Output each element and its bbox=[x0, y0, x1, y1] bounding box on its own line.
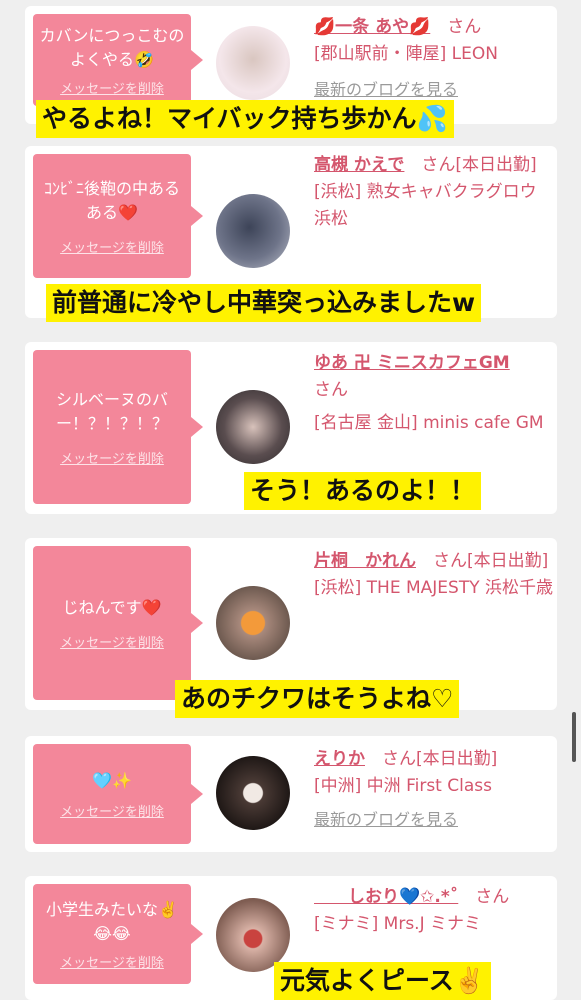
message-text: じねんです❤️ bbox=[62, 597, 162, 617]
message-bubble: カバンにつっこむのよくやる🤣 メッセージを削除 bbox=[33, 14, 203, 106]
cast-name-link[interactable]: 高槻 かえで bbox=[314, 155, 404, 175]
message-text: 小学生みたいな✌️😂😂 bbox=[46, 899, 178, 943]
cast-location: [ミナミ] Mrs.J ミナミ bbox=[314, 914, 482, 934]
message-bubble: ｺﾝﾋﾞﾆ後鞄の中あるある❤️ メッセージを削除 bbox=[33, 154, 203, 278]
honorific: さん[本日出勤] bbox=[421, 155, 537, 175]
message-text: ｺﾝﾋﾞﾆ後鞄の中あるある❤️ bbox=[43, 178, 180, 222]
cast-name-link[interactable]: 片桐 かれん bbox=[314, 551, 416, 571]
honorific: さん[本日出勤] bbox=[382, 749, 498, 769]
cast-location: [中洲] 中洲 First Class bbox=[314, 776, 492, 796]
message-text: 🩵✨ bbox=[92, 770, 132, 790]
cast-name-link[interactable]: 💋一条 あや💋 bbox=[314, 17, 430, 37]
caption-overlay: やるよね！マイバック持ち歩かん💦 bbox=[36, 100, 454, 138]
honorific: さん bbox=[314, 380, 348, 400]
delete-message-link[interactable]: メッセージを削除 bbox=[60, 78, 164, 97]
scrollbar[interactable] bbox=[572, 712, 576, 762]
delete-message-link[interactable]: メッセージを削除 bbox=[60, 632, 164, 651]
honorific: さん bbox=[475, 887, 510, 907]
cast-info: えりか さん[本日出勤] [中洲] 中洲 First Class 最新のブログを… bbox=[314, 746, 554, 833]
message-bubble: シルベーヌのバー！？！？！？ メッセージを削除 bbox=[33, 350, 203, 504]
cast-name-link[interactable]: えりか bbox=[314, 749, 365, 769]
caption-overlay: 前普通に冷やし中華突っ込みましたw bbox=[46, 284, 482, 322]
cast-location: [名古屋 金山] minis cafe GM bbox=[314, 413, 544, 433]
message-card: 🩵✨ メッセージを削除 えりか さん[本日出勤] [中洲] 中洲 First C… bbox=[25, 736, 557, 852]
message-bubble: じねんです❤️ メッセージを削除 bbox=[33, 546, 203, 700]
message-bubble: 小学生みたいな✌️😂😂 メッセージを削除 bbox=[33, 884, 203, 984]
message-text: シルベーヌのバー！？！？！？ bbox=[55, 389, 168, 433]
avatar[interactable] bbox=[216, 390, 290, 464]
blog-link[interactable]: 最新のブログを見る bbox=[314, 76, 554, 103]
avatar[interactable] bbox=[216, 756, 290, 830]
cast-info: ゆあ 卍 ミニスカフェGM さん [名古屋 金山] minis cafe GM bbox=[314, 350, 554, 437]
avatar[interactable] bbox=[216, 586, 290, 660]
cast-info: 高槻 かえで さん[本日出勤] [浜松] 熟女キャバクラグロウ 浜松 bbox=[314, 152, 554, 233]
avatar[interactable] bbox=[216, 26, 290, 100]
caption-overlay: 元気よくピース✌️ bbox=[274, 962, 491, 1000]
delete-message-link[interactable]: メッセージを削除 bbox=[60, 801, 164, 820]
avatar[interactable] bbox=[216, 898, 290, 972]
cast-info: 💋一条 あや💋 さん [郡山駅前・陣屋] LEON 最新のブログを見る bbox=[314, 14, 554, 103]
avatar[interactable] bbox=[216, 194, 290, 268]
blog-link[interactable]: 最新のブログを見る bbox=[314, 806, 554, 833]
delete-message-link[interactable]: メッセージを削除 bbox=[60, 952, 164, 971]
honorific: さん[本日出勤] bbox=[433, 551, 549, 571]
delete-message-link[interactable]: メッセージを削除 bbox=[60, 448, 164, 467]
honorific: さん bbox=[447, 17, 482, 37]
cast-info: 片桐 かれん さん[本日出勤] [浜松] THE MAJESTY 浜松千歳 bbox=[314, 548, 554, 602]
cast-location: [郡山駅前・陣屋] LEON bbox=[314, 44, 498, 64]
cast-location: [浜松] THE MAJESTY 浜松千歳 bbox=[314, 578, 553, 598]
caption-overlay: そう！あるのよ！！ bbox=[244, 472, 482, 510]
cast-name-link[interactable]: ゆあ 卍 ミニスカフェGM bbox=[314, 353, 510, 373]
cast-info: しおり💙✩.*˚ さん [ミナミ] Mrs.J ミナミ bbox=[314, 884, 554, 938]
caption-overlay: あのチクワはそうよね♡ bbox=[175, 680, 460, 718]
message-text: カバンにつっこむのよくやる🤣 bbox=[39, 25, 185, 69]
cast-name-link[interactable]: しおり💙✩.*˚ bbox=[314, 887, 458, 907]
delete-message-link[interactable]: メッセージを削除 bbox=[60, 237, 164, 256]
message-bubble: 🩵✨ メッセージを削除 bbox=[33, 744, 203, 844]
cast-location: [浜松] 熟女キャバクラグロウ 浜松 bbox=[314, 182, 537, 229]
